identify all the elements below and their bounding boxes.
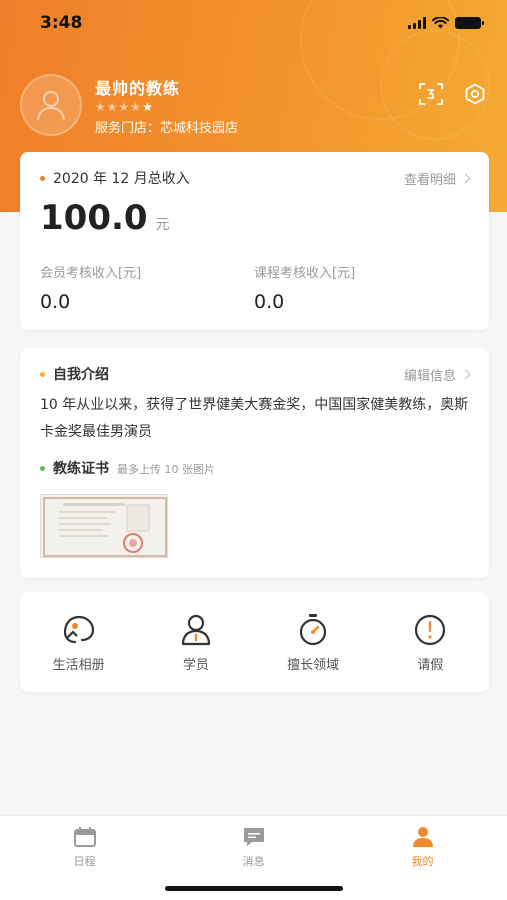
cert-hint: 最多上传 10 张图片: [117, 463, 215, 476]
student-icon: [176, 610, 216, 650]
home-indicator: [165, 886, 343, 891]
album-icon: [59, 610, 99, 650]
income-card: 2020 年 12 月总收入 查看明细 100.0 元 会员考核收入[元] 0.…: [20, 152, 489, 330]
wifi-icon: [432, 17, 449, 29]
shortcut-label: 请假: [417, 658, 444, 673]
shortcut-expertise[interactable]: 擅长领域: [263, 610, 363, 673]
intro-card: 自我介绍 编辑信息 10 年从业以来，获得了世界健美大赛金奖，中国国家健美教练，…: [20, 348, 489, 578]
avatar[interactable]: [20, 74, 82, 136]
edit-info-link[interactable]: 编辑信息: [404, 365, 471, 384]
shortcut-label: 学员: [182, 658, 209, 673]
star-icon: ★: [106, 99, 119, 114]
tab-label: 消息: [242, 855, 265, 868]
coach-name: 最帅的教练: [95, 78, 181, 98]
certificate-image[interactable]: [40, 494, 168, 558]
tab-mine[interactable]: 我的: [363, 816, 483, 900]
shortcut-students[interactable]: 学员: [146, 610, 246, 673]
battery-icon: [455, 17, 484, 29]
status-time: 3:48: [40, 13, 83, 33]
settings-icon[interactable]: [463, 82, 487, 106]
leave-icon: [410, 610, 450, 650]
tab-schedule[interactable]: 日程: [25, 816, 145, 900]
store-name: 芯城科技园店: [160, 120, 239, 136]
member-income-label: 会员考核收入[元]: [40, 266, 142, 281]
cellular-signal-icon: [408, 17, 426, 29]
message-icon: [241, 824, 267, 850]
view-details-link[interactable]: 查看明细: [404, 169, 471, 188]
status-bar: 3:48: [0, 0, 507, 46]
cert-dot: [40, 465, 45, 471]
course-income-label: 课程考核收入[元]: [254, 266, 356, 281]
star-icon: ★: [142, 99, 154, 114]
chevron-right-icon: [460, 369, 471, 379]
profile-icon: [410, 824, 436, 850]
star-icon: ★: [95, 99, 107, 114]
tab-label: 我的: [411, 855, 434, 868]
chevron-right-icon: [460, 173, 471, 183]
shortcuts-card: 生活相册 学员 擅长领域 请假: [20, 592, 489, 692]
income-title: 2020 年 12 月总收入: [53, 171, 190, 187]
income-unit: 元: [155, 217, 170, 233]
star-icon: ★: [118, 99, 131, 114]
star-icon: ★: [130, 99, 143, 114]
intro-text: 10 年从业以来，获得了世界健美大赛金奖，中国国家健美教练，奥斯卡金奖最佳男演员: [40, 397, 469, 440]
shortcut-leave[interactable]: 请假: [380, 610, 480, 673]
total-income-amount: 100.0: [40, 198, 148, 238]
store-label: 服务门店：: [95, 120, 161, 136]
cert-title: 教练证书: [53, 461, 109, 477]
income-dot: [40, 175, 45, 181]
intro-dot: [40, 371, 45, 377]
profile-section: 最帅的教练 ★★★★★ 服务门店：芯城科技园店: [20, 74, 238, 136]
tab-label: 日程: [73, 855, 96, 868]
expertise-icon: [293, 610, 333, 650]
member-income-value: 0.0: [40, 291, 71, 313]
shortcut-label: 擅长领域: [287, 658, 340, 673]
shortcut-album[interactable]: 生活相册: [29, 610, 129, 673]
calendar-icon: [72, 824, 98, 850]
rating-stars: ★★★★★: [95, 101, 238, 113]
course-income-value: 0.0: [254, 291, 285, 313]
shortcut-label: 生活相册: [52, 658, 105, 673]
user-placeholder-icon: [37, 91, 65, 121]
intro-title: 自我介绍: [53, 367, 109, 383]
scan-icon[interactable]: [419, 82, 443, 106]
